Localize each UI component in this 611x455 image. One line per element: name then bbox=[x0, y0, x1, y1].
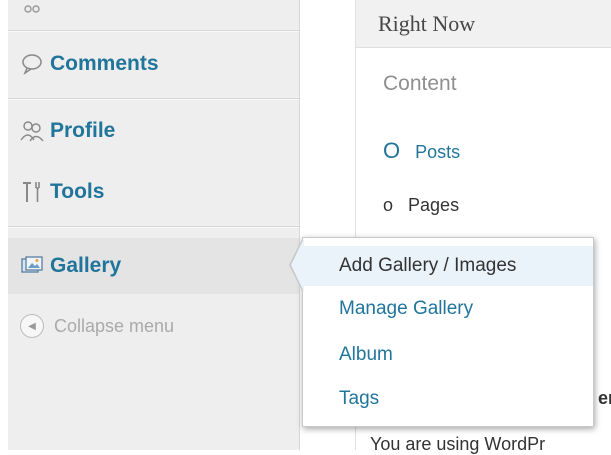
tools-icon bbox=[20, 180, 44, 204]
flyout-pointer-fill bbox=[291, 238, 304, 292]
submenu-add-gallery-images[interactable]: Add Gallery / Images bbox=[303, 246, 593, 286]
comment-bubble-icon bbox=[20, 52, 44, 76]
submenu-tags[interactable]: Tags bbox=[303, 380, 593, 418]
gallery-image-icon bbox=[20, 254, 44, 278]
sidebar-item-gallery[interactable]: Gallery bbox=[8, 238, 299, 294]
submenu-album[interactable]: Album bbox=[303, 336, 593, 374]
pages-count[interactable]: o bbox=[383, 195, 393, 215]
menu-separator bbox=[8, 30, 299, 32]
posts-link[interactable]: Posts bbox=[415, 142, 460, 162]
admin-sidebar: Comments Profile Tools Gallery ◀ Collaps… bbox=[8, 0, 300, 450]
submenu-manage-gallery[interactable]: Manage Gallery bbox=[303, 290, 593, 328]
gallery-submenu-flyout: Add Gallery / Images Manage Gallery Albu… bbox=[302, 237, 594, 427]
posts-row: O Posts bbox=[383, 138, 460, 164]
text-fragment: er bbox=[598, 388, 611, 408]
users-icon bbox=[20, 119, 44, 143]
collapse-menu-button[interactable]: ◀ Collapse menu bbox=[8, 306, 299, 346]
right-now-title: Right Now bbox=[378, 10, 476, 36]
sidebar-item-profile[interactable]: Profile bbox=[8, 107, 299, 155]
sidebar-item-comments[interactable]: Comments bbox=[8, 40, 299, 88]
collapse-arrow-icon: ◀ bbox=[20, 314, 44, 338]
collapse-menu-label: Collapse menu bbox=[54, 315, 175, 336]
posts-count[interactable]: O bbox=[383, 138, 400, 163]
sidebar-item-label: Gallery bbox=[50, 254, 122, 277]
pages-link[interactable]: Pages bbox=[408, 195, 459, 215]
right-now-header: Right Now bbox=[356, 0, 611, 48]
sidebar-item-label: Tools bbox=[50, 180, 105, 203]
sidebar-item-tools[interactable]: Tools bbox=[8, 167, 299, 217]
sidebar-item-label: Comments bbox=[50, 52, 159, 75]
version-text: You are using WordPr bbox=[370, 434, 546, 454]
partial-icon bbox=[20, 0, 44, 23]
menu-separator bbox=[8, 98, 299, 100]
sidebar-item-partial[interactable] bbox=[8, 0, 299, 22]
content-heading: Content bbox=[383, 72, 457, 95]
sidebar-item-label: Profile bbox=[50, 119, 116, 142]
menu-separator bbox=[8, 226, 299, 228]
pages-row: o Pages bbox=[383, 195, 459, 216]
